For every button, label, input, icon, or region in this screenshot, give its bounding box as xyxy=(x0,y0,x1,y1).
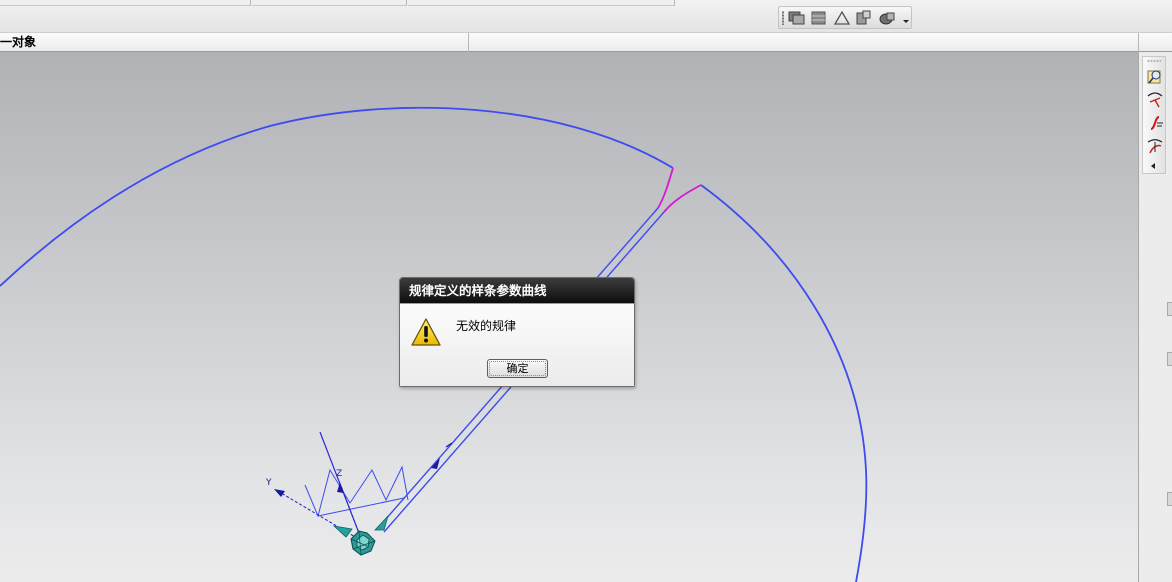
top-tab-strip xyxy=(0,0,675,6)
shaded-view-icon[interactable] xyxy=(788,10,806,26)
direction-arrow-icon xyxy=(431,458,440,469)
error-dialog: 规律定义的样条参数曲线 无效的规律 确定 xyxy=(399,277,635,387)
top-toolbar-area xyxy=(0,0,1172,32)
right-resource-bar xyxy=(1138,52,1172,582)
selection-bar: 一对象 xyxy=(0,32,1172,52)
magenta-blend-curve[interactable] xyxy=(663,184,702,213)
z-axis-label: Z xyxy=(336,469,342,479)
top-tab-segment[interactable] xyxy=(408,0,675,6)
wireframe-view-icon[interactable] xyxy=(810,10,828,26)
blue-arc-curve[interactable] xyxy=(700,184,868,582)
triangle-icon[interactable] xyxy=(833,10,851,26)
view-toolbar xyxy=(778,6,912,29)
dialog-message: 无效的规律 xyxy=(456,319,517,333)
top-tab-segment[interactable] xyxy=(252,0,407,6)
header-title: 一对象 xyxy=(0,35,37,49)
toolbar-grip[interactable] xyxy=(782,11,784,25)
csys-handle-icon[interactable] xyxy=(332,515,389,556)
section-view-icon[interactable] xyxy=(855,10,873,26)
palette-grip[interactable] xyxy=(1147,60,1161,62)
y-axis-arrow-icon xyxy=(274,489,285,497)
top-tab-segment[interactable] xyxy=(0,0,251,6)
collapse-arrow-icon[interactable] xyxy=(1148,163,1155,169)
dropdown-arrow-icon[interactable] xyxy=(902,10,910,26)
dialog-title: 规律定义的样条参数曲线 xyxy=(409,283,547,298)
panel-edge-tab[interactable] xyxy=(1167,352,1172,366)
focus-ring xyxy=(489,361,546,376)
dialog-titlebar[interactable]: 规律定义的样条参数曲线 xyxy=(400,278,634,303)
panel-edge-tab[interactable] xyxy=(1167,302,1172,316)
y-axis-label: Y xyxy=(265,478,272,488)
header-divider xyxy=(1138,33,1139,52)
curve-tool-icon[interactable] xyxy=(1145,90,1165,110)
ok-button[interactable]: 确定 xyxy=(487,359,548,378)
dialog-body: 无效的规律 确定 xyxy=(400,303,634,386)
zigzag-spline[interactable] xyxy=(304,465,409,518)
curve-tool-palette xyxy=(1142,56,1166,174)
header-divider xyxy=(468,33,469,52)
render-style-icon[interactable] xyxy=(878,10,896,26)
warning-icon xyxy=(410,317,442,347)
magenta-blend-curve[interactable] xyxy=(657,167,674,209)
panel-edge-tab[interactable] xyxy=(1167,492,1172,506)
spline-tool-icon[interactable] xyxy=(1145,136,1165,156)
magnifier-icon[interactable] xyxy=(1145,67,1165,87)
blue-arc-curve[interactable] xyxy=(0,106,674,287)
law-curve-icon[interactable] xyxy=(1145,113,1165,133)
